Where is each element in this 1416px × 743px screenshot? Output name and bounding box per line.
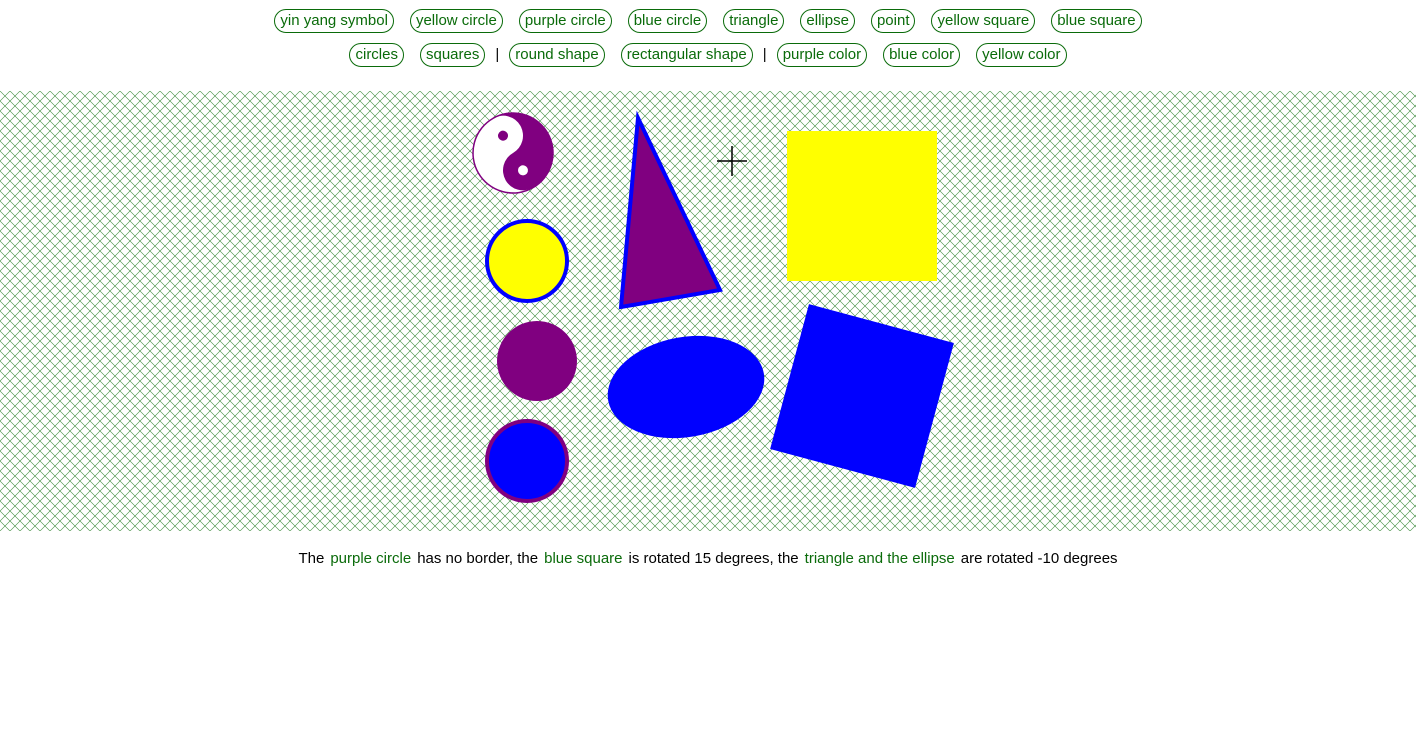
triangle-button[interactable]: triangle <box>723 9 785 33</box>
purple-circle-button[interactable]: purple circle <box>518 9 612 33</box>
blue-color-button[interactable]: blue color <box>883 43 961 67</box>
blue-circle[interactable] <box>485 419 569 503</box>
triangle-and-ellipse-link[interactable]: triangle and the ellipse <box>805 550 955 567</box>
purple-circle-link[interactable]: purple circle <box>330 550 411 567</box>
caption: The purple circle has no border, the blue s… <box>0 550 1416 567</box>
yellow-square-button[interactable]: yellow square <box>931 9 1036 33</box>
yellow-circle[interactable] <box>485 219 569 303</box>
shape-canvas <box>0 91 1416 531</box>
blue-square-button[interactable]: blue square <box>1051 9 1142 33</box>
ellipse-button[interactable]: ellipse <box>800 9 855 33</box>
separator: | <box>762 46 767 63</box>
blue-circle-button[interactable]: blue circle <box>627 9 708 33</box>
round-shape-button[interactable]: round shape <box>509 43 605 67</box>
caption-text: is rotated 15 degrees, the <box>628 550 799 567</box>
purple-color-button[interactable]: purple color <box>776 43 868 67</box>
squares-button[interactable]: squares <box>420 43 486 67</box>
yellow-square[interactable] <box>787 131 937 281</box>
yin-yang-symbol-button[interactable]: yin yang symbol <box>274 9 394 33</box>
purple-circle[interactable] <box>497 321 577 401</box>
filter-row-objects: yin yang symbol yellow circle purple circl… <box>0 9 1416 33</box>
blue-square-link[interactable]: blue square <box>544 550 622 567</box>
point-button[interactable]: point <box>870 9 916 33</box>
rectangular-shape-button[interactable]: rectangular shape <box>620 43 753 67</box>
yellow-circle-button[interactable]: yellow circle <box>409 9 503 33</box>
grid-background <box>0 91 1416 531</box>
filter-row-categories: circles squares | round shape rectangular sh… <box>0 43 1416 67</box>
caption-text: The <box>298 550 325 567</box>
separator: | <box>495 46 500 63</box>
circles-button[interactable]: circles <box>349 43 404 67</box>
caption-text: are rotated -10 degrees <box>960 550 1118 567</box>
caption-text: has no border, the <box>417 550 539 567</box>
yellow-color-button[interactable]: yellow color <box>976 43 1067 67</box>
